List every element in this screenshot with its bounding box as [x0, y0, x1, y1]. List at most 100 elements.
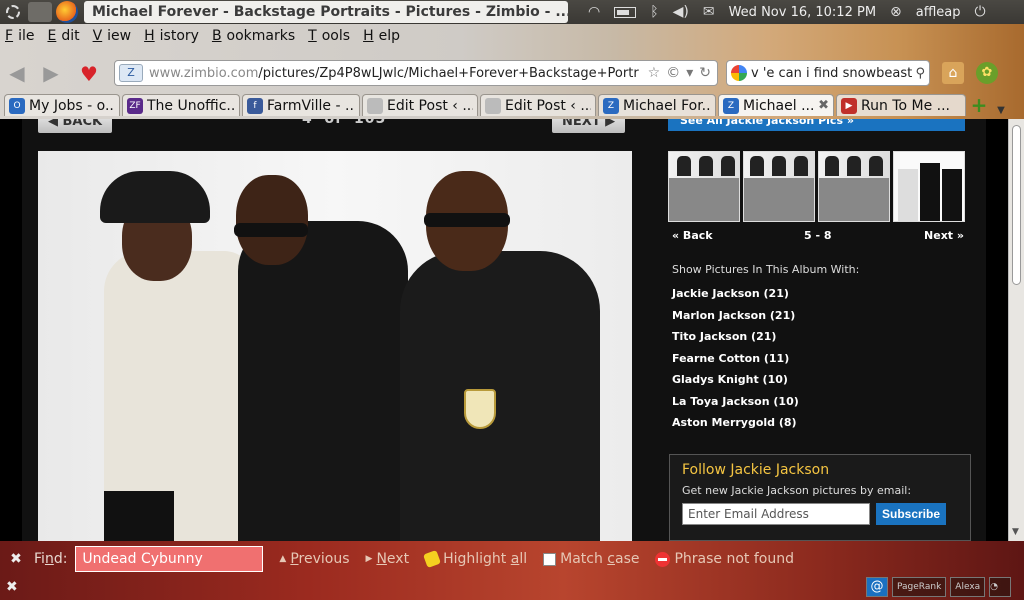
bluetooth-icon[interactable]: ᛒ	[650, 4, 658, 20]
ubuntu-icon[interactable]	[0, 0, 26, 24]
menu-item[interactable]: View	[88, 28, 140, 48]
browser-tab[interactable]: Edit Post ‹ ...	[480, 94, 596, 116]
google-icon[interactable]	[731, 65, 747, 81]
tab-list-icon[interactable]: ▼	[992, 105, 1010, 116]
album-person-link[interactable]: Fearne Cotton (11)	[672, 352, 799, 374]
album-person-link[interactable]: La Toya Jackson (10)	[672, 395, 799, 417]
scroll-down-icon[interactable]: ▼	[1012, 527, 1019, 537]
user-status-icon[interactable]: ⊗	[890, 4, 902, 20]
site-identity-icon[interactable]: Z	[119, 64, 143, 82]
thumbnail-next-link[interactable]: Next »	[924, 229, 964, 242]
thumbnail[interactable]	[668, 151, 740, 222]
thumbnail-strip	[668, 151, 965, 222]
menu-item[interactable]: Help	[358, 28, 408, 48]
sunglasses	[234, 223, 308, 237]
album-person-link[interactable]: Marlon Jackson (21)	[672, 309, 799, 331]
mail-icon[interactable]: ✉	[703, 4, 715, 20]
heart-icon[interactable]: ♥	[80, 62, 98, 86]
firefox-icon[interactable]	[56, 1, 78, 23]
window-title[interactable]: Michael Forever - Backstage Portraits - …	[84, 1, 568, 23]
battery-icon[interactable]	[614, 6, 637, 18]
at-sign-icon[interactable]: @	[866, 577, 888, 597]
star-icon[interactable]: ☆	[648, 65, 661, 81]
favicon-icon: Z	[723, 97, 739, 114]
tab-strip: O My Jobs - o... ZF The Unoffic... f FarmVill…	[0, 92, 1024, 116]
tab-close-icon[interactable]: ✖	[818, 98, 829, 113]
addon-icon[interactable]: ✿	[976, 62, 998, 84]
favicon-icon	[485, 97, 501, 114]
highlight-all-button[interactable]: Highlight all	[423, 550, 527, 568]
album-person-link[interactable]: Tito Jackson (21)	[672, 330, 799, 352]
find-label: Find:	[34, 551, 68, 567]
url-text[interactable]: www.zimbio.com/pictures/Zp4P8wLJwlc/Mich…	[149, 66, 642, 81]
pagerank-addon[interactable]: PageRank	[892, 577, 947, 597]
wifi-icon[interactable]: ◠	[588, 4, 600, 20]
menu-item[interactable]: Bookmarks	[207, 28, 303, 48]
gallery-container: ◀ BACK 4 of 105 NEXT ▶ See All Jackie Ja…	[22, 119, 986, 541]
find-next-button[interactable]: ▶ Next	[366, 551, 410, 567]
gallery-back-button[interactable]: ◀ BACK	[38, 119, 113, 133]
thumbnail[interactable]	[893, 151, 965, 222]
tab-label: Edit Post ‹ ...	[387, 97, 473, 114]
browser-tab[interactable]: f FarmVille - ...	[242, 94, 360, 116]
checkbox[interactable]	[543, 552, 557, 566]
search-input[interactable]: v 'e can i find snowbeast	[751, 66, 912, 81]
text-editor-icon[interactable]	[28, 2, 52, 22]
close-find-icon[interactable]: ✖	[6, 551, 26, 567]
album-person-link[interactable]: Gladys Knight (10)	[672, 373, 799, 395]
favicon-icon: f	[247, 97, 263, 114]
browser-tab[interactable]: Z Michael ... ✖	[718, 94, 834, 116]
menu-item[interactable]: Edit	[42, 28, 87, 48]
url-bar[interactable]: Z www.zimbio.com/pictures/Zp4P8wLJwlc/Mi…	[114, 60, 718, 86]
web-page: ◀ BACK 4 of 105 NEXT ▶ See All Jackie Ja…	[0, 119, 1008, 541]
match-case-checkbox[interactable]: Match case	[543, 551, 639, 567]
back-arrow-icon[interactable]: ◀	[6, 62, 28, 84]
forward-arrow-icon[interactable]: ▶	[40, 62, 62, 84]
menu-item[interactable]: History	[139, 28, 207, 48]
album-person-link[interactable]: Aston Merrygold (8)	[672, 416, 799, 438]
browser-tab[interactable]: Z Michael For...	[598, 94, 716, 116]
album-person-link[interactable]: Jackie Jackson (21)	[672, 287, 799, 309]
browser-tab[interactable]: Edit Post ‹ ...	[362, 94, 478, 116]
sunglasses	[424, 213, 510, 227]
vertical-scrollbar[interactable]: ▼	[1008, 119, 1024, 541]
go-icon[interactable]: ©	[666, 65, 680, 81]
system-top-bar: Michael Forever - Backstage Portraits - …	[0, 0, 1024, 24]
search-bar[interactable]: v 'e can i find snowbeast ⚲	[726, 60, 930, 86]
alexa-addon[interactable]: Alexa	[950, 577, 986, 597]
tab-label: Michael For...	[623, 97, 711, 114]
clock[interactable]: Wed Nov 16, 10:12 PM	[729, 5, 876, 20]
dropdown-arrow-icon[interactable]: ▾	[686, 65, 693, 81]
home-icon[interactable]: ⌂	[942, 62, 964, 84]
search-icon[interactable]: ⚲	[915, 66, 925, 81]
subscribe-button[interactable]: Subscribe	[876, 503, 947, 525]
email-field[interactable]	[682, 503, 870, 525]
browser-tab[interactable]: ▶ Run To Me ...	[836, 94, 966, 116]
find-previous-button[interactable]: ▲ Previous	[279, 551, 349, 567]
browser-tab[interactable]: O My Jobs - o...	[4, 94, 120, 116]
scrollbar-thumb[interactable]	[1012, 125, 1021, 285]
tab-label: Run To Me ...	[861, 97, 950, 114]
follow-title: Follow Jackie Jackson	[682, 462, 830, 478]
find-input[interactable]	[75, 546, 264, 572]
favicon-icon	[367, 97, 383, 114]
follow-box: Follow Jackie Jackson Get new Jackie Jac…	[669, 454, 971, 541]
user-name[interactable]: affleap	[916, 5, 961, 20]
person-right	[400, 251, 600, 541]
thumbnail-back-link[interactable]: « Back	[672, 229, 713, 242]
menu-item[interactable]: File	[0, 28, 42, 48]
thumbnail[interactable]	[818, 151, 890, 222]
close-addon-bar-icon[interactable]: ✖	[6, 579, 18, 595]
browser-tab[interactable]: ZF The Unoffic...	[122, 94, 240, 116]
power-icon[interactable]: ⏻	[975, 4, 986, 20]
thumbnail[interactable]	[743, 151, 815, 222]
new-tab-icon[interactable]: +	[968, 94, 990, 116]
status-bar: ✖ @ PageRank Alexa ◔	[0, 575, 1024, 599]
gallery-next-button[interactable]: NEXT ▶	[552, 119, 626, 133]
see-all-link[interactable]: See All Jackie Jackson Pics »	[668, 119, 965, 131]
menu-item[interactable]: Tools	[303, 28, 358, 48]
volume-icon[interactable]: ◀)	[673, 4, 689, 20]
main-photo[interactable]	[38, 151, 632, 541]
reload-icon[interactable]: ↻	[699, 65, 711, 81]
resize-grip-icon[interactable]: ◔	[989, 577, 1012, 597]
